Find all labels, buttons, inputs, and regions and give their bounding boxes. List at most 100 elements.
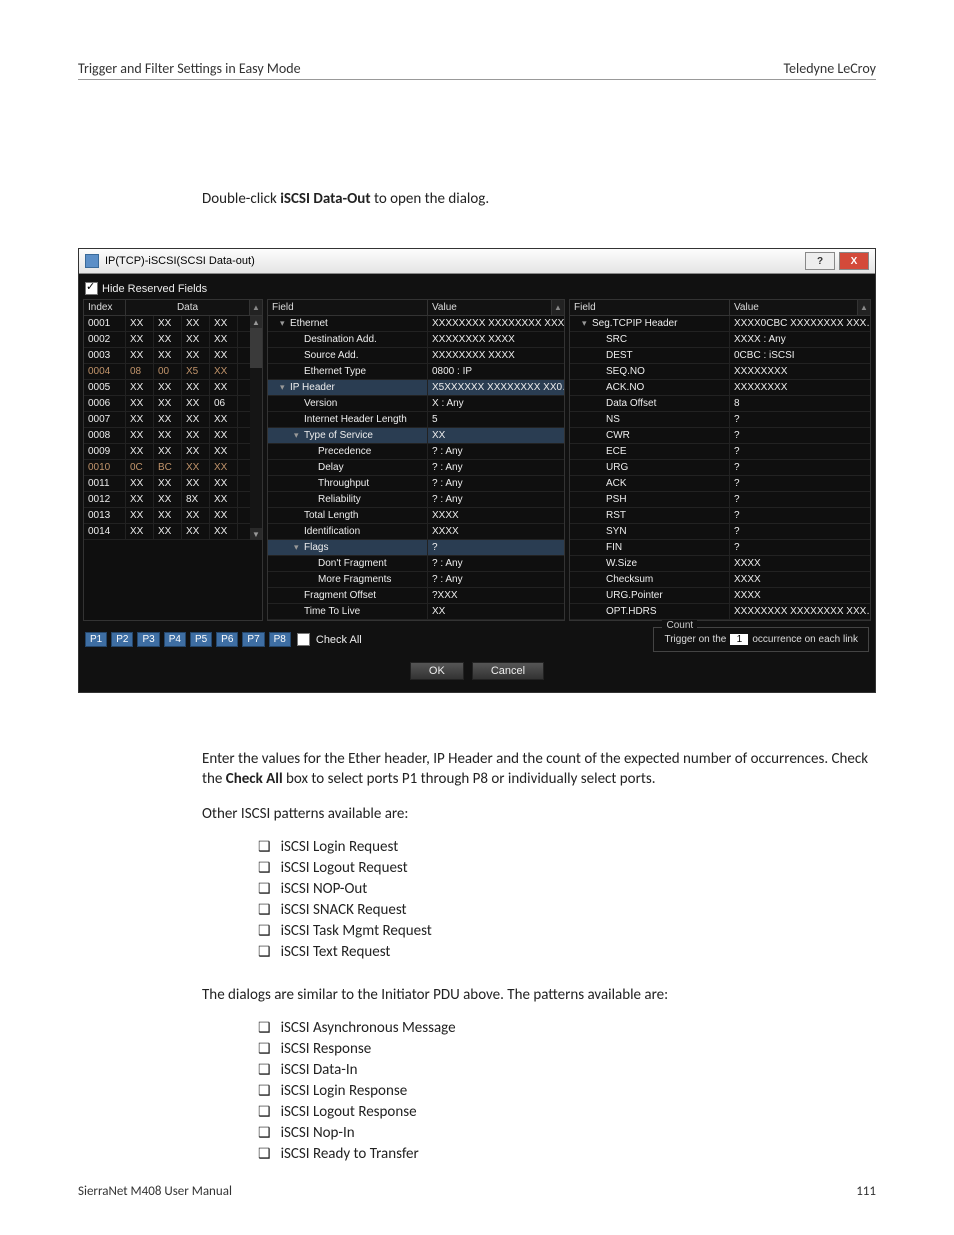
titlebar[interactable]: IP(TCP)-iSCSI(SCSI Data-out) ? X xyxy=(79,249,875,274)
tree-row[interactable]: ▾Flags? xyxy=(268,540,565,556)
caret-icon[interactable]: ▾ xyxy=(294,430,304,441)
port-button[interactable]: P8 xyxy=(269,632,291,647)
tree-row[interactable]: Ethernet Type0800 : IP xyxy=(268,364,565,380)
port-button[interactable]: P6 xyxy=(216,632,238,647)
tree-row[interactable]: More Fragments? : Any xyxy=(268,572,565,588)
tree-row[interactable]: URG.PointerXXXX xyxy=(570,588,871,604)
data-row[interactable]: 0013XXXXXXXX xyxy=(84,508,250,524)
data-row[interactable]: 0014XXXXXXXX xyxy=(84,524,250,540)
data-row[interactable]: 0011XXXXXXXX xyxy=(84,476,250,492)
window-title: IP(TCP)-iSCSI(SCSI Data-out) xyxy=(105,255,255,267)
port-button[interactable]: P4 xyxy=(164,632,186,647)
tree-row[interactable]: IdentificationXXXX xyxy=(268,524,565,540)
list-item: iSCSI Login Response xyxy=(258,1082,876,1100)
col-value-right[interactable]: Value xyxy=(730,300,858,315)
tree-row[interactable]: NS? xyxy=(570,412,871,428)
tree-row[interactable]: Precedence? : Any xyxy=(268,444,565,460)
scroll-up-btn[interactable]: ▲ xyxy=(250,316,262,328)
tree-row[interactable]: Delay? : Any xyxy=(268,460,565,476)
tree-row[interactable]: FIN? xyxy=(570,540,871,556)
tree-row[interactable]: Throughput? : Any xyxy=(268,476,565,492)
cancel-button[interactable]: Cancel xyxy=(472,662,544,680)
caret-icon[interactable]: ▾ xyxy=(582,318,592,329)
tree-row[interactable]: SRCXXXX : Any xyxy=(570,332,871,348)
tree-row[interactable]: URG? xyxy=(570,460,871,476)
tree-row[interactable]: Destination Add.XXXXXXXX XXXX xyxy=(268,332,565,348)
tree-row[interactable]: ▾EthernetXXXXXXXX XXXXXXXX XXX… xyxy=(268,316,565,332)
tree-row[interactable]: Time To LiveXX xyxy=(268,604,565,620)
data-row[interactable]: 00100CBCXXXX xyxy=(84,460,250,476)
port-button[interactable]: P5 xyxy=(190,632,212,647)
tree-row[interactable]: ▾IP HeaderX5XXXXXX XXXXXXXX XX0… xyxy=(268,380,565,396)
caret-icon[interactable]: ▾ xyxy=(280,382,290,393)
port-button[interactable]: P1 xyxy=(85,632,107,647)
hide-reserved-row[interactable]: Hide Reserved Fields xyxy=(83,278,871,299)
scroll-down-btn[interactable]: ▼ xyxy=(250,528,262,540)
occurrence-input[interactable]: 1 xyxy=(730,634,748,645)
hide-reserved-checkbox[interactable] xyxy=(85,282,98,295)
scroll-up-icon[interactable]: ▲ xyxy=(552,300,564,315)
tree-row[interactable]: Source Add.XXXXXXXX XXXX xyxy=(268,348,565,364)
tree-row[interactable]: OPT.HDRSXXXXXXXX XXXXXXXX XXX… xyxy=(570,604,871,620)
paragraph-3: The dialogs are similar to the Initiator… xyxy=(202,985,876,1005)
list-item: iSCSI SNACK Request xyxy=(258,901,876,919)
data-row[interactable]: 0005XXXXXXXX xyxy=(84,380,250,396)
dialog-window: IP(TCP)-iSCSI(SCSI Data-out) ? X Hide Re… xyxy=(78,248,876,693)
tree-row[interactable]: ▾Type of ServiceXX xyxy=(268,428,565,444)
close-button[interactable]: X xyxy=(839,252,869,270)
tree-row[interactable]: ECE? xyxy=(570,444,871,460)
window-icon xyxy=(85,254,99,268)
list-item: iSCSI Logout Request xyxy=(258,859,876,877)
data-row[interactable]: 0012XXXX8XXX xyxy=(84,492,250,508)
paragraph-1: Enter the values for the Ether header, I… xyxy=(202,749,876,790)
col-value-mid[interactable]: Value xyxy=(428,300,552,315)
tree-row[interactable]: ChecksumXXXX xyxy=(570,572,871,588)
port-button[interactable]: P7 xyxy=(242,632,264,647)
list-item: iSCSI Text Request xyxy=(258,943,876,961)
header-left: Trigger and Filter Settings in Easy Mode xyxy=(78,60,301,77)
tree-row[interactable]: CWR? xyxy=(570,428,871,444)
check-all-checkbox[interactable] xyxy=(297,633,310,646)
ok-button[interactable]: OK xyxy=(410,662,464,680)
scroll-up-icon[interactable]: ▲ xyxy=(250,300,262,315)
instr-bold: iSCSI Data-Out xyxy=(280,190,370,208)
tree-row[interactable]: PSH? xyxy=(570,492,871,508)
tree-row[interactable]: ACK.NOXXXXXXXX xyxy=(570,380,871,396)
tree-row[interactable]: ACK? xyxy=(570,476,871,492)
tree-row[interactable]: Reliability? : Any xyxy=(268,492,565,508)
tree-row[interactable]: Data Offset8 xyxy=(570,396,871,412)
caret-icon[interactable]: ▾ xyxy=(294,542,304,553)
scroll-up-icon[interactable]: ▲ xyxy=(858,300,870,315)
footer-page: 111 xyxy=(856,1184,876,1199)
footer-left: SierraNet M408 User Manual xyxy=(78,1184,232,1199)
data-row[interactable]: 0009XXXXXXXX xyxy=(84,444,250,460)
col-index[interactable]: Index xyxy=(84,300,126,315)
data-row[interactable]: 0006XXXXXX06 xyxy=(84,396,250,412)
col-field-right[interactable]: Field xyxy=(570,300,730,315)
tree-row[interactable]: SYN? xyxy=(570,524,871,540)
col-field-mid[interactable]: Field xyxy=(268,300,428,315)
tree-row[interactable]: Don't Fragment? : Any xyxy=(268,556,565,572)
port-button[interactable]: P3 xyxy=(137,632,159,647)
data-row[interactable]: 0008XXXXXXXX xyxy=(84,428,250,444)
tree-row[interactable]: VersionX : Any xyxy=(268,396,565,412)
data-row[interactable]: 00040800X5XX xyxy=(84,364,250,380)
list-item: iSCSI Data-In xyxy=(258,1061,876,1079)
tree-row[interactable]: Fragment Offset?XXX xyxy=(268,588,565,604)
tree-row[interactable]: RST? xyxy=(570,508,871,524)
left-scrollbar[interactable]: ▲ ▼ xyxy=(250,316,262,540)
col-data[interactable]: Data xyxy=(126,300,250,315)
caret-icon[interactable]: ▾ xyxy=(280,318,290,329)
port-button[interactable]: P2 xyxy=(111,632,133,647)
tree-row[interactable]: SEQ.NOXXXXXXXX xyxy=(570,364,871,380)
tree-row[interactable]: Internet Header Length5 xyxy=(268,412,565,428)
tree-row[interactable]: Total LengthXXXX xyxy=(268,508,565,524)
tree-row[interactable]: DEST0CBC : iSCSI xyxy=(570,348,871,364)
tree-row[interactable]: ▾Seg.TCPIP HeaderXXXX0CBC XXXXXXXX XXX… xyxy=(570,316,871,332)
help-button[interactable]: ? xyxy=(805,252,835,270)
data-row[interactable]: 0007XXXXXXXX xyxy=(84,412,250,428)
tree-row[interactable]: W.SizeXXXX xyxy=(570,556,871,572)
data-row[interactable]: 0001XXXXXXXX xyxy=(84,316,250,332)
data-row[interactable]: 0002XXXXXXXX xyxy=(84,332,250,348)
data-row[interactable]: 0003XXXXXXXX xyxy=(84,348,250,364)
